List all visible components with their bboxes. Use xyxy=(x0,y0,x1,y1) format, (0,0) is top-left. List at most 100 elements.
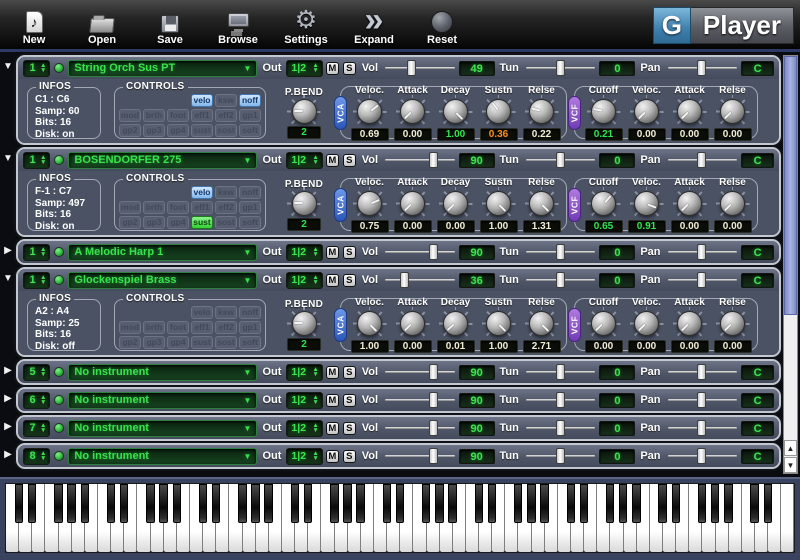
piano-key-black[interactable] xyxy=(146,484,154,523)
tun-slider[interactable] xyxy=(526,364,596,380)
control-sust-button[interactable]: sust xyxy=(191,216,213,229)
control-mod-button[interactable]: mod xyxy=(119,321,141,334)
instrument-select[interactable]: Glockenspiel Brass▼ xyxy=(68,272,257,289)
vol-slider[interactable] xyxy=(385,244,455,260)
vcf-veloc-knob[interactable] xyxy=(630,96,664,128)
piano-key-black[interactable] xyxy=(67,484,75,523)
slider-handle[interactable] xyxy=(556,448,565,464)
channel-number-stepper[interactable]: ▲▼ xyxy=(39,275,47,286)
piano-key-black[interactable] xyxy=(304,484,312,523)
tun-slider[interactable] xyxy=(526,244,596,260)
instrument-select[interactable]: No instrument▼ xyxy=(68,448,257,465)
vol-slider[interactable] xyxy=(385,364,455,380)
control-gp2-button[interactable]: gp2 xyxy=(119,216,141,229)
stepper-down-icon[interactable]: ▼ xyxy=(40,280,46,286)
solo-button[interactable]: S xyxy=(343,422,356,435)
mute-button[interactable]: M xyxy=(326,450,339,463)
stepper-down-icon[interactable]: ▼ xyxy=(312,428,318,434)
piano-key-black[interactable] xyxy=(764,484,772,523)
scrollbar-thumb[interactable] xyxy=(784,56,797,315)
instrument-select[interactable]: No instrument▼ xyxy=(68,364,257,381)
vca-attack-knob[interactable] xyxy=(396,96,430,128)
control-noff-button[interactable]: noff xyxy=(239,306,261,319)
tun-slider[interactable] xyxy=(526,420,596,436)
control-soft-button[interactable]: soft xyxy=(239,216,261,229)
slider-handle[interactable] xyxy=(697,448,706,464)
pan-slider[interactable] xyxy=(668,448,738,464)
toolbar-open-button[interactable]: Open xyxy=(76,18,128,46)
control-velo-button[interactable]: velo xyxy=(191,306,213,319)
piano-key-black[interactable] xyxy=(658,484,666,523)
control-gp1-button[interactable]: gp1 xyxy=(239,201,261,214)
control-sost-button[interactable]: sost xyxy=(215,216,237,229)
vcf-relse-knob[interactable] xyxy=(716,308,750,340)
pbend-knob[interactable] xyxy=(287,310,321,337)
collapsed-triangle-icon[interactable]: ▶ xyxy=(0,359,16,376)
mute-button[interactable]: M xyxy=(326,246,339,259)
piano-key-black[interactable] xyxy=(632,484,640,523)
vca-sustn-knob[interactable] xyxy=(482,96,516,128)
pbend-knob[interactable] xyxy=(287,190,321,217)
solo-button[interactable]: S xyxy=(343,366,356,379)
mute-button[interactable]: M xyxy=(326,422,339,435)
stepper-down-icon[interactable]: ▼ xyxy=(40,372,46,378)
pan-slider[interactable] xyxy=(668,420,738,436)
vol-slider[interactable] xyxy=(385,272,455,288)
vol-slider[interactable] xyxy=(385,60,455,76)
solo-button[interactable]: S xyxy=(343,246,356,259)
solo-button[interactable]: S xyxy=(343,394,356,407)
vca-veloc-knob[interactable] xyxy=(353,96,387,128)
tun-slider[interactable] xyxy=(526,272,596,288)
toolbar-settings-button[interactable]: ⚙Settings xyxy=(280,7,332,46)
piano-key-black[interactable] xyxy=(199,484,207,523)
slider-handle[interactable] xyxy=(429,364,438,380)
stepper-down-icon[interactable]: ▼ xyxy=(312,252,318,258)
control-sust-button[interactable]: sust xyxy=(191,336,213,349)
vca-decay-knob[interactable] xyxy=(439,308,473,340)
control-brth-button[interactable]: brth xyxy=(143,109,165,122)
slider-handle[interactable] xyxy=(556,392,565,408)
piano-key-black[interactable] xyxy=(81,484,89,523)
vcf-cutoff-knob[interactable] xyxy=(587,96,621,128)
vcf-relse-knob[interactable] xyxy=(716,96,750,128)
control-sost-button[interactable]: sost xyxy=(215,336,237,349)
piano-key-black[interactable] xyxy=(28,484,36,523)
control-gp4-button[interactable]: gp4 xyxy=(167,336,189,349)
piano-key-black[interactable] xyxy=(173,484,181,523)
control-gp4-button[interactable]: gp4 xyxy=(167,124,189,137)
stepper-down-icon[interactable]: ▼ xyxy=(40,160,46,166)
vca-decay-knob[interactable] xyxy=(439,188,473,220)
piano-key-black[interactable] xyxy=(159,484,167,523)
vcf-attack-knob[interactable] xyxy=(673,308,707,340)
piano-key-black[interactable] xyxy=(212,484,220,523)
pbend-knob[interactable] xyxy=(287,98,321,125)
control-noff-button[interactable]: noff xyxy=(239,94,261,107)
control-gp3-button[interactable]: gp3 xyxy=(143,216,165,229)
control-brth-button[interactable]: brth xyxy=(143,201,165,214)
mute-button[interactable]: M xyxy=(326,274,339,287)
instrument-select[interactable]: No instrument▼ xyxy=(68,392,257,409)
control-foot-button[interactable]: foot xyxy=(167,201,189,214)
channel-number-stepper[interactable]: ▲▼ xyxy=(39,423,47,434)
slider-handle[interactable] xyxy=(556,364,565,380)
pan-slider[interactable] xyxy=(668,244,738,260)
collapsed-triangle-icon[interactable]: ▶ xyxy=(0,415,16,432)
piano-key-black[interactable] xyxy=(514,484,522,523)
stepper-down-icon[interactable]: ▼ xyxy=(40,428,46,434)
control-mod-button[interactable]: mod xyxy=(119,109,141,122)
vcf-veloc-knob[interactable] xyxy=(630,188,664,220)
vca-relse-knob[interactable] xyxy=(525,308,559,340)
slider-handle[interactable] xyxy=(697,272,706,288)
piano-key-black[interactable] xyxy=(396,484,404,523)
solo-button[interactable]: S xyxy=(343,274,356,287)
vca-decay-knob[interactable] xyxy=(439,96,473,128)
out-stepper[interactable]: ▲▼ xyxy=(311,155,319,166)
piano-key-black[interactable] xyxy=(672,484,680,523)
scroll-up-button[interactable]: ▲ xyxy=(784,440,797,456)
vcf-veloc-knob[interactable] xyxy=(630,308,664,340)
vertical-scrollbar[interactable]: ▲ ▼ xyxy=(783,55,798,474)
control-eff1-button[interactable]: eff1 xyxy=(191,109,213,122)
control-velo-button[interactable]: velo xyxy=(191,186,213,199)
slider-handle[interactable] xyxy=(556,420,565,436)
channel-number-stepper[interactable]: ▲▼ xyxy=(39,395,47,406)
